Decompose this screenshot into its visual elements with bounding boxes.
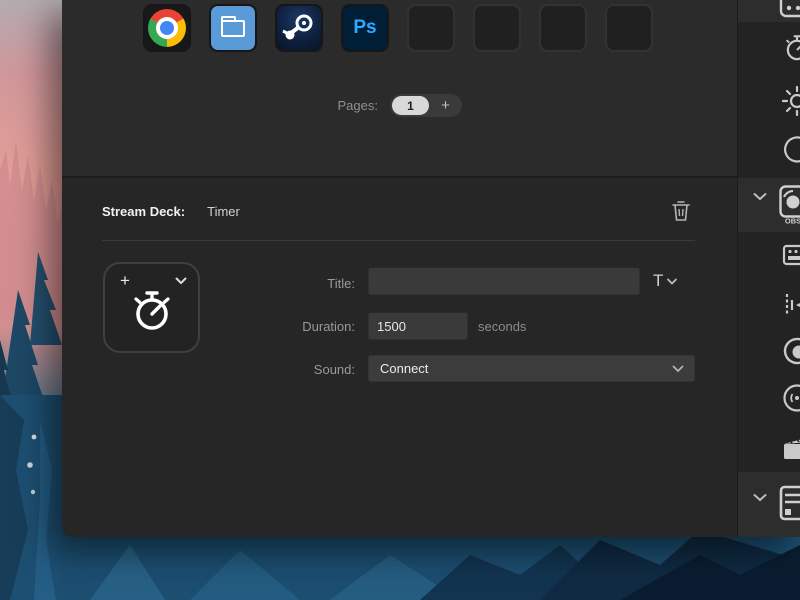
chevron-down-icon[interactable]	[175, 277, 187, 285]
key-photoshop[interactable]: Ps	[341, 4, 389, 52]
record-icon[interactable]	[782, 337, 800, 367]
desktop-screen: Ps Pages: 1 + Stream Deck: Timer	[0, 0, 800, 600]
photoshop-icon: Ps	[353, 17, 376, 39]
add-page-button[interactable]: +	[429, 95, 462, 116]
chrome-icon	[148, 9, 186, 47]
stream-deck-partial-icon	[779, 0, 800, 20]
obs-label: OBS	[785, 217, 800, 226]
title-input[interactable]	[368, 267, 640, 295]
sidebar-category-row-stream-deck[interactable]	[738, 472, 800, 537]
duration-label: Duration:	[242, 319, 355, 334]
text-style-label: T	[653, 271, 663, 291]
key-folder[interactable]	[209, 4, 257, 52]
trash-icon	[670, 199, 692, 223]
action-title: Timer	[207, 204, 240, 219]
action-key-preview[interactable]: +	[103, 262, 200, 353]
key-steam[interactable]	[275, 4, 323, 52]
actions-sidebar: OBS	[737, 0, 800, 537]
sound-selected-value: Connect	[369, 361, 672, 376]
stream-deck-app-window: Ps Pages: 1 + Stream Deck: Timer	[62, 0, 800, 537]
chevron-down-icon	[672, 365, 684, 373]
chevron-down-icon	[753, 493, 767, 502]
chevron-down-icon	[667, 278, 677, 285]
sleep-icon[interactable]	[782, 135, 800, 165]
duration-unit: seconds	[478, 319, 526, 334]
chevron-down-icon	[753, 192, 767, 201]
steam-icon	[282, 11, 316, 45]
pages-label: Pages:	[338, 98, 378, 113]
inspector-divider	[102, 240, 695, 241]
live-icon[interactable]	[782, 383, 800, 413]
sound-label: Sound:	[242, 362, 355, 377]
device-label: Stream Deck:	[102, 204, 185, 219]
page-1-button[interactable]: 1	[392, 96, 429, 115]
key-empty-4[interactable]	[605, 4, 653, 52]
timer-icon	[129, 288, 175, 334]
pages-control: 1 +	[390, 94, 462, 117]
mixer-icon[interactable]	[782, 290, 800, 320]
sound-select[interactable]: Connect	[368, 355, 695, 382]
scene-keys-icon[interactable]	[782, 241, 800, 271]
text-style-dropdown[interactable]: T	[653, 271, 677, 291]
sidebar-category-row-partial[interactable]	[738, 0, 800, 22]
key-empty-2[interactable]	[473, 4, 521, 52]
brightness-icon[interactable]	[782, 86, 800, 116]
title-label: Title:	[242, 276, 355, 291]
clapperboard-icon[interactable]	[782, 433, 800, 463]
key-empty-1[interactable]	[407, 4, 455, 52]
inspector-header: Stream Deck: Timer	[102, 204, 240, 219]
sidebar-category-row-obs[interactable]: OBS	[738, 178, 800, 232]
pages-row: Pages: 1 +	[62, 93, 737, 119]
key-grid-panel: Ps Pages: 1 +	[62, 0, 737, 178]
folder-icon	[221, 20, 245, 37]
delete-action-button[interactable]	[670, 199, 694, 223]
timer-icon[interactable]	[782, 33, 800, 63]
obs-studio-icon: OBS	[779, 185, 800, 225]
key-grid-row: Ps	[143, 4, 653, 52]
key-empty-3[interactable]	[539, 4, 587, 52]
key-chrome[interactable]	[143, 4, 191, 52]
stream-deck-category-icon	[779, 485, 800, 521]
duration-input[interactable]	[368, 312, 468, 340]
